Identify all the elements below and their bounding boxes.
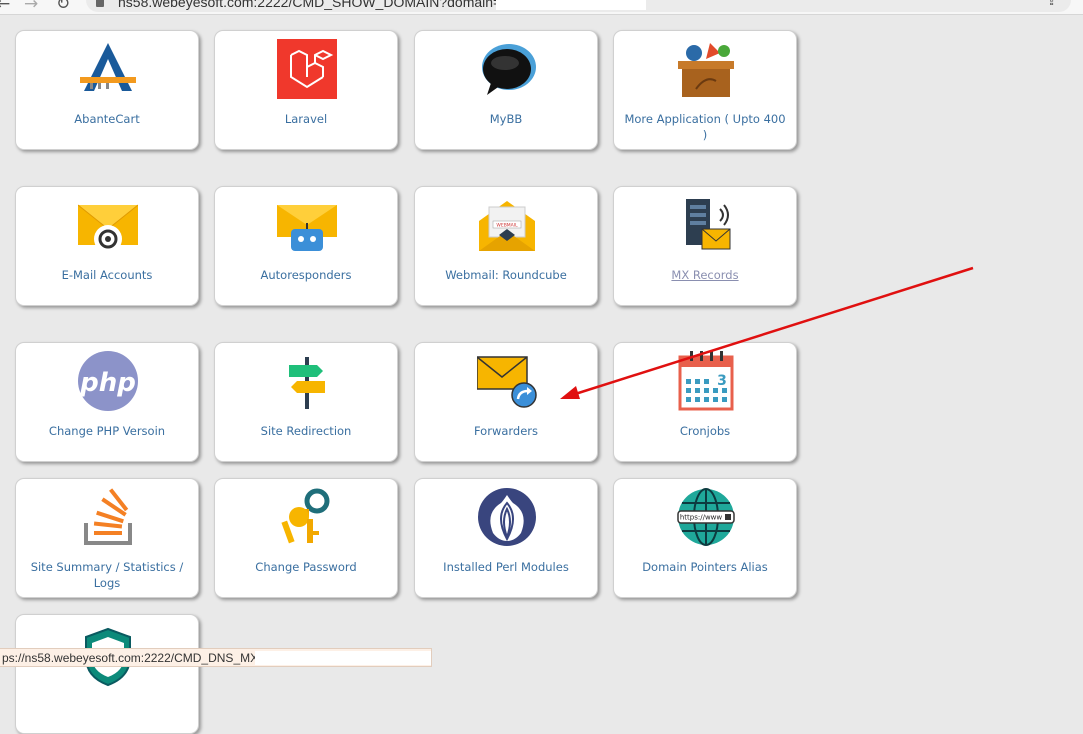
perl-onion-icon	[478, 488, 536, 546]
tile-webmail-roundcube[interactable]: WEBMAIL Webmail: Roundcube	[414, 186, 598, 306]
calendar-icon: 3	[678, 351, 734, 411]
abantecart-icon	[80, 43, 136, 91]
share-icon[interactable]: ⇪	[1046, 0, 1057, 9]
email-at-icon	[78, 204, 138, 253]
tile-installed-perl-modules[interactable]: Installed Perl Modules	[414, 478, 598, 598]
tile-label: Domain Pointers Alias	[642, 560, 768, 574]
tile-ssl-partial[interactable]	[15, 614, 199, 734]
tile-mybb[interactable]: MyBB	[414, 30, 598, 150]
tile-forwarders[interactable]: Forwarders	[414, 342, 598, 462]
svg-text:3: 3	[717, 373, 727, 389]
webmail-envelope-icon: WEBMAIL	[479, 201, 535, 251]
tile-label: Webmail: Roundcube	[445, 268, 567, 282]
tile-label: Change Password	[255, 560, 357, 574]
tile-label: More Application ( Upto 400 )	[624, 112, 786, 142]
tile-more-applications[interactable]: More Application ( Upto 400 )	[613, 30, 797, 150]
browser-toolbar: ← → ↻ ns58.webeyesoft.com:2222/CMD_SHOW_…	[0, 0, 1083, 15]
link-status-bar: ps://ns58.webeyesoft.com:2222/CMD_DNS_MX…	[0, 648, 432, 667]
applications-box-icon	[678, 43, 734, 97]
mx-server-mail-icon	[686, 199, 731, 250]
redacted-region	[255, 651, 431, 665]
tile-autoresponders[interactable]: Autoresponders	[214, 186, 398, 306]
tile-label: Cronjobs	[679, 424, 731, 438]
mail-forward-icon	[477, 356, 537, 408]
address-bar[interactable]: ns58.webeyesoft.com:2222/CMD_SHOW_DOMAIN…	[86, 0, 1071, 12]
address-url[interactable]: ns58.webeyesoft.com:2222/CMD_SHOW_DOMAIN…	[118, 0, 501, 10]
tile-abantecart[interactable]: AbanteCart	[15, 30, 199, 150]
tile-site-summary[interactable]: Site Summary / Statistics / Logs	[15, 478, 199, 598]
stack-chart-icon	[84, 488, 132, 545]
webmail-badge: WEBMAIL	[496, 223, 518, 229]
signpost-icon	[289, 357, 325, 409]
tile-domain-pointers[interactable]: https://www Domain Pointers Alias	[613, 478, 797, 598]
php-logo-text: php	[79, 368, 136, 398]
tile-label: Change PHP Versoin	[48, 424, 166, 438]
robot-mail-icon	[277, 205, 337, 251]
status-url: ps://ns58.webeyesoft.com:2222/CMD_DNS_MX…	[2, 651, 265, 665]
tile-site-redirection[interactable]: Site Redirection	[214, 342, 398, 462]
tile-label: Forwarders	[473, 424, 539, 438]
tile-change-php-version[interactable]: php Change PHP Versoin	[15, 342, 199, 462]
tile-label: AbanteCart	[74, 112, 140, 126]
laravel-icon	[277, 39, 337, 99]
tile-cronjobs[interactable]: 3 Cronjobs	[613, 342, 797, 462]
tile-mx-records[interactable]: MX Records	[613, 186, 797, 306]
lock-icon	[96, 0, 104, 7]
tile-label: MyBB	[489, 112, 523, 126]
reload-icon[interactable]: ↻	[56, 0, 70, 14]
globe-www-icon: https://www	[677, 488, 735, 546]
tile-email-accounts[interactable]: E-Mail Accounts	[15, 186, 199, 306]
keys-icon	[281, 488, 330, 544]
php-icon: php	[78, 351, 138, 411]
back-arrow-icon[interactable]: ←	[0, 0, 10, 14]
mybb-icon	[482, 44, 536, 95]
forward-arrow-icon[interactable]: →	[24, 0, 38, 14]
tile-label: E-Mail Accounts	[61, 268, 153, 282]
tile-laravel[interactable]: Laravel	[214, 30, 398, 150]
tile-label: Site Redirection	[260, 424, 352, 438]
www-badge-text: https://www	[680, 514, 723, 522]
redacted-region	[496, 0, 646, 10]
tile-change-password[interactable]: Change Password	[214, 478, 398, 598]
tile-label: Installed Perl Modules	[443, 560, 569, 574]
tile-label: Laravel	[284, 112, 328, 126]
tile-label-link[interactable]: MX Records	[622, 267, 788, 283]
tile-label: Autoresponders	[260, 268, 352, 282]
tile-label: Site Summary / Statistics / Logs	[30, 560, 184, 590]
